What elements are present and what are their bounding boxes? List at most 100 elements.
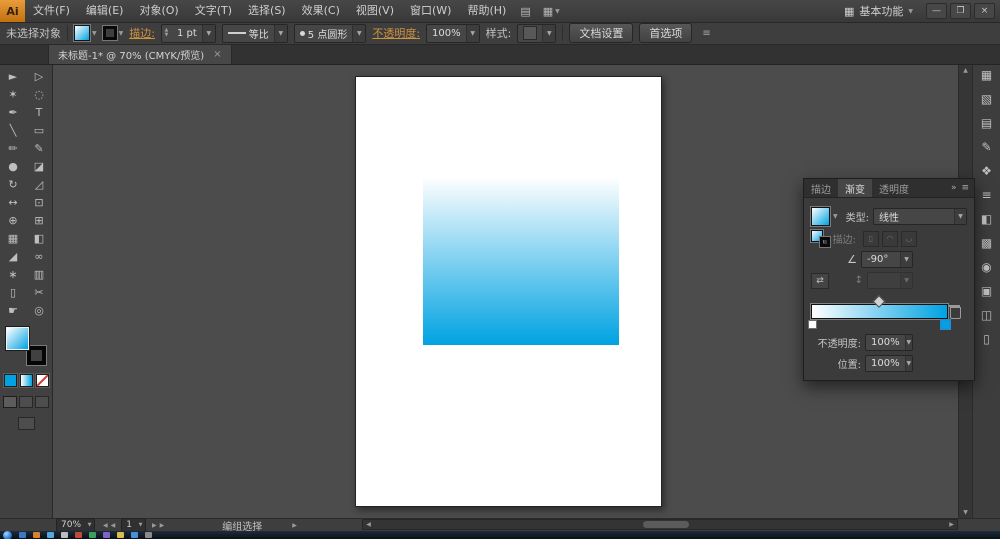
gradient-type-select[interactable]: 线性 ▼ (873, 208, 967, 225)
taskbar-app-icon[interactable] (19, 532, 26, 538)
selection-tool[interactable]: ► (0, 67, 26, 85)
transparency-panel-icon[interactable]: ▩ (976, 233, 998, 253)
type-tool[interactable]: T (26, 103, 52, 121)
swatches-panel-icon[interactable]: ▤ (976, 113, 998, 133)
menu-select[interactable]: 选择(S) (240, 0, 294, 22)
color-panel-icon[interactable]: ▦ (976, 65, 998, 85)
rectangle-tool[interactable]: ▭ (26, 121, 52, 139)
line-segment-tool[interactable]: ╲ (0, 121, 26, 139)
symbol-sprayer-tool[interactable]: ∗ (0, 265, 26, 283)
minimize-button[interactable]: — (926, 3, 947, 19)
graphic-styles-panel-icon[interactable]: ▣ (976, 281, 998, 301)
artboard-number-select[interactable]: 1 ▼ (121, 518, 146, 532)
hand-tool[interactable]: ☛ (0, 301, 26, 319)
chevron-down-icon[interactable]: ▼ (352, 24, 366, 42)
tab-stroke[interactable]: 描边 (804, 179, 838, 197)
zoom-tool[interactable]: ◎ (26, 301, 52, 319)
taskbar-app-icon[interactable] (47, 532, 54, 538)
tab-close-icon[interactable]: × (213, 49, 221, 60)
chevron-down-icon[interactable]: ▼ (542, 24, 556, 42)
layers-panel-icon[interactable]: ◫ (976, 305, 998, 325)
none-button[interactable] (34, 373, 50, 388)
menu-file[interactable]: 文件(F) (25, 0, 78, 22)
scroll-right-icon[interactable]: ▶ (946, 520, 957, 529)
stop-location-select[interactable]: 100% ▼ (865, 355, 913, 372)
menu-edit[interactable]: 编辑(E) (78, 0, 132, 22)
lasso-tool[interactable]: ◌ (26, 85, 52, 103)
artboard-tool[interactable]: ▯ (0, 283, 26, 301)
direct-selection-tool[interactable]: ▷ (26, 67, 52, 85)
blob-brush-tool[interactable]: ● (0, 157, 26, 175)
document-tab[interactable]: 未标题-1* @ 70% (CMYK/预览) × (48, 44, 232, 64)
screen-mode-button[interactable] (17, 417, 35, 430)
scroll-down-icon[interactable]: ▼ (959, 506, 972, 518)
chevron-down-icon[interactable]: ▼ (954, 209, 966, 224)
taskbar-app-icon[interactable] (103, 532, 110, 538)
close-button[interactable]: × (974, 3, 995, 19)
restore-button[interactable]: ❐ (950, 3, 971, 19)
chevron-down-icon[interactable]: ▼ (273, 24, 287, 42)
taskbar-app-icon[interactable] (75, 532, 82, 538)
eyedropper-tool[interactable]: ◢ (0, 247, 26, 265)
start-button[interactable] (3, 531, 12, 539)
chevron-down-icon[interactable]: ▼ (201, 24, 215, 42)
width-profile-select[interactable]: 等比 ▼ (221, 23, 288, 43)
artboards-panel-icon[interactable]: ▯ (976, 329, 998, 349)
style-select[interactable]: ▼ (517, 23, 557, 43)
tab-transparency[interactable]: 透明度 (872, 179, 916, 197)
opacity-panel-link[interactable]: 不透明度: (372, 25, 420, 41)
next-artboard-icon[interactable]: ▶ (152, 522, 157, 529)
stroke-width-stepper[interactable]: ▲ ▼ (162, 28, 171, 38)
delete-stop-icon[interactable] (949, 305, 961, 319)
chevron-down-icon[interactable]: ▼ (465, 24, 479, 42)
eraser-tool[interactable]: ◪ (26, 157, 52, 175)
scroll-up-icon[interactable]: ▲ (959, 64, 972, 76)
draw-inside-button[interactable] (35, 396, 49, 408)
perspective-grid-tool[interactable]: ⊞ (26, 211, 52, 229)
free-transform-tool[interactable]: ⊡ (26, 193, 52, 211)
gradient-stroke-swatch-icon[interactable] (819, 236, 831, 248)
stroke-width-select[interactable]: ▲ ▼ 1 pt ▼ (160, 23, 216, 43)
chevron-down-icon[interactable]: ▼ (900, 252, 912, 267)
gradient-panel-icon[interactable]: ◧ (976, 209, 998, 229)
paintbrush-tool[interactable]: ✏ (0, 139, 26, 157)
taskbar-app-icon[interactable] (61, 532, 68, 538)
chevron-down-icon[interactable]: ▼ (136, 522, 145, 528)
document-setup-button[interactable]: 文档设置 (569, 23, 634, 43)
previous-artboard-icon[interactable]: ◀ (111, 522, 116, 529)
status-expand-icon[interactable]: ▶ (292, 522, 297, 529)
stroke-swatch[interactable] (101, 25, 118, 41)
menu-object[interactable]: 对象(O) (131, 0, 186, 22)
tab-gradient[interactable]: 渐变 (838, 179, 872, 197)
opacity-select[interactable]: 100% ▼ (426, 23, 480, 43)
color-guide-panel-icon[interactable]: ▧ (976, 89, 998, 109)
gradient-within-stroke-icon[interactable]: ▯ (863, 230, 879, 247)
gradient-angle-select[interactable]: -90° ▼ (861, 251, 913, 268)
blend-tool[interactable]: ∞ (26, 247, 52, 265)
horizontal-scroll-thumb[interactable] (643, 521, 689, 528)
taskbar-app-icon[interactable] (89, 532, 96, 538)
preferences-button[interactable]: 首选项 (639, 23, 693, 43)
gradient-object[interactable] (423, 177, 619, 345)
zoom-select[interactable]: 70% ▼ (56, 518, 96, 532)
rotate-tool[interactable]: ↻ (0, 175, 26, 193)
menu-type[interactable]: 文字(T) (187, 0, 240, 22)
symbols-panel-icon[interactable]: ❖ (976, 161, 998, 181)
taskbar-app-icon[interactable] (33, 532, 40, 538)
stroke-color-control[interactable]: ▼ (101, 25, 124, 41)
gradient-thumbnail[interactable] (810, 206, 831, 227)
color-button[interactable] (2, 373, 18, 388)
menu-help[interactable]: 帮助(H) (459, 0, 514, 22)
shape-builder-tool[interactable]: ⊕ (0, 211, 26, 229)
gradient-along-stroke-icon[interactable]: ◠ (882, 230, 898, 247)
chevron-down-icon[interactable]: ▼ (904, 335, 912, 350)
chevron-down-icon[interactable]: ▼ (119, 30, 124, 37)
workspace-switcher[interactable]: ▦ 基本功能 ▼ (834, 3, 923, 19)
chevron-down-icon[interactable]: ▼ (92, 30, 97, 37)
mesh-tool[interactable]: ▦ (0, 229, 26, 247)
scale-tool[interactable]: ◿ (26, 175, 52, 193)
stroke-indicator-swatch[interactable] (26, 345, 47, 366)
reverse-gradient-button[interactable]: ⇄ (811, 272, 829, 289)
fill-swatch[interactable] (73, 24, 91, 42)
taskbar-app-icon[interactable] (131, 532, 138, 538)
